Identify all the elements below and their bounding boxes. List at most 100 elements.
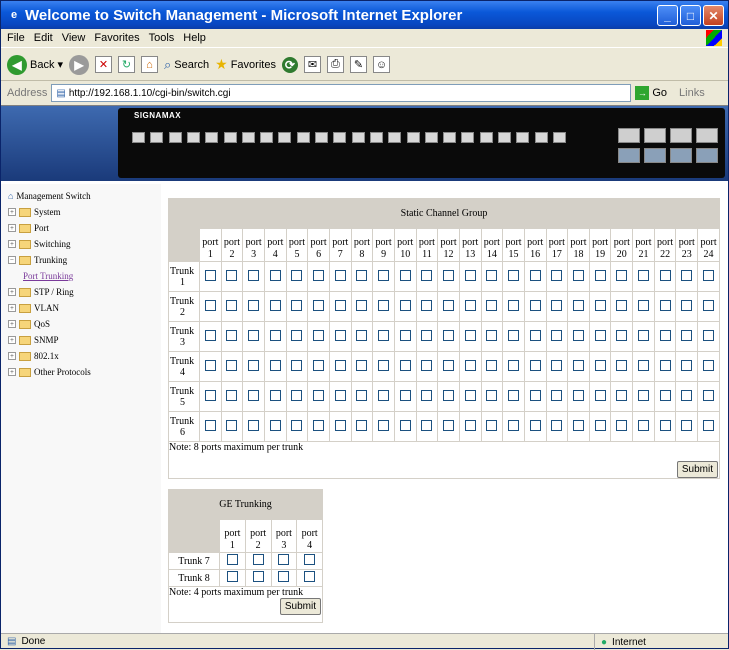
port-checkbox[interactable] [248, 299, 260, 311]
sidebar-item-snmp[interactable]: + SNMP [8, 334, 59, 346]
port-checkbox[interactable] [291, 299, 303, 311]
port-checkbox[interactable] [226, 359, 238, 371]
port-checkbox[interactable] [659, 299, 671, 311]
ge-port-checkbox[interactable] [278, 554, 290, 565]
port-checkbox[interactable] [572, 359, 584, 371]
port-checkbox[interactable] [594, 299, 606, 311]
port-checkbox[interactable] [616, 329, 628, 341]
port-checkbox[interactable] [356, 389, 368, 401]
port-checkbox[interactable] [486, 329, 498, 341]
port-checkbox[interactable] [659, 359, 671, 371]
port-checkbox[interactable] [637, 359, 649, 371]
port-checkbox[interactable] [356, 299, 368, 311]
sidebar-item-other-protocols[interactable]: + Other Protocols [8, 366, 91, 378]
port-checkbox[interactable] [594, 329, 606, 341]
port-checkbox[interactable] [226, 389, 238, 401]
port-checkbox[interactable] [421, 359, 433, 371]
port-checkbox[interactable] [594, 389, 606, 401]
port-checkbox[interactable] [334, 299, 346, 311]
port-checkbox[interactable] [204, 419, 216, 431]
ge-port-checkbox[interactable] [226, 554, 238, 565]
port-checkbox[interactable] [378, 419, 390, 431]
port-checkbox[interactable] [637, 389, 649, 401]
port-checkbox[interactable] [486, 269, 498, 281]
port-checkbox[interactable] [551, 359, 563, 371]
port-checkbox[interactable] [204, 299, 216, 311]
sidebar-item-vlan[interactable]: + VLAN [8, 302, 59, 314]
port-checkbox[interactable] [399, 419, 411, 431]
port-checkbox[interactable] [334, 359, 346, 371]
port-checkbox[interactable] [681, 299, 693, 311]
port-checkbox[interactable] [421, 269, 433, 281]
sidebar-item-system[interactable]: + System [8, 206, 61, 218]
port-checkbox[interactable] [681, 389, 693, 401]
port-checkbox[interactable] [659, 419, 671, 431]
port-checkbox[interactable] [248, 389, 260, 401]
port-checkbox[interactable] [529, 269, 541, 281]
menu-tools[interactable]: Tools [149, 32, 175, 44]
port-checkbox[interactable] [399, 329, 411, 341]
port-checkbox[interactable] [421, 299, 433, 311]
go-button[interactable]: → Go [635, 86, 667, 100]
port-checkbox[interactable] [378, 269, 390, 281]
port-checkbox[interactable] [204, 269, 216, 281]
port-checkbox[interactable] [421, 389, 433, 401]
port-checkbox[interactable] [421, 419, 433, 431]
port-checkbox[interactable] [443, 419, 455, 431]
port-checkbox[interactable] [572, 329, 584, 341]
stop-button[interactable]: ✕ [95, 56, 112, 73]
ge-submit-button[interactable]: Submit [279, 598, 321, 615]
port-checkbox[interactable] [594, 359, 606, 371]
port-checkbox[interactable] [703, 419, 715, 431]
port-checkbox[interactable] [291, 329, 303, 341]
port-checkbox[interactable] [508, 299, 520, 311]
ge-port-checkbox[interactable] [226, 571, 238, 582]
port-checkbox[interactable] [508, 419, 520, 431]
forward-button[interactable]: ▶ [69, 54, 89, 75]
port-checkbox[interactable] [313, 419, 325, 431]
minimize-button[interactable]: _ [657, 5, 678, 26]
favorites-button[interactable]: ★ Favorites [215, 56, 276, 73]
port-checkbox[interactable] [572, 389, 584, 401]
port-checkbox[interactable] [703, 299, 715, 311]
sidebar-item-stp-ring[interactable]: + STP / Ring [8, 286, 74, 298]
sidebar-item-port[interactable]: + Port [8, 222, 49, 234]
port-checkbox[interactable] [551, 299, 563, 311]
port-checkbox[interactable] [681, 419, 693, 431]
port-checkbox[interactable] [291, 419, 303, 431]
port-checkbox[interactable] [313, 359, 325, 371]
port-checkbox[interactable] [378, 359, 390, 371]
port-checkbox[interactable] [356, 359, 368, 371]
port-checkbox[interactable] [703, 359, 715, 371]
ge-port-checkbox[interactable] [252, 571, 264, 582]
port-checkbox[interactable] [508, 389, 520, 401]
submit-button[interactable]: Submit [676, 461, 718, 478]
port-checkbox[interactable] [313, 329, 325, 341]
port-checkbox[interactable] [269, 389, 281, 401]
port-checkbox[interactable] [378, 389, 390, 401]
port-checkbox[interactable] [399, 359, 411, 371]
refresh-button[interactable]: ↻ [118, 56, 135, 73]
port-checkbox[interactable] [464, 329, 476, 341]
port-checkbox[interactable] [464, 269, 476, 281]
port-checkbox[interactable] [681, 329, 693, 341]
port-checkbox[interactable] [226, 419, 238, 431]
port-checkbox[interactable] [378, 299, 390, 311]
port-checkbox[interactable] [529, 359, 541, 371]
search-button[interactable]: ⌕ Search [164, 57, 209, 73]
sidebar-item-trunking[interactable]: − Trunking [8, 254, 67, 266]
ge-port-checkbox[interactable] [278, 571, 290, 582]
port-checkbox[interactable] [508, 269, 520, 281]
port-checkbox[interactable] [616, 269, 628, 281]
menu-favorites[interactable]: Favorites [94, 32, 139, 44]
menu-view[interactable]: View [62, 32, 86, 44]
edit-button[interactable]: ✎ [349, 56, 367, 73]
port-checkbox[interactable] [508, 359, 520, 371]
port-checkbox[interactable] [572, 299, 584, 311]
port-checkbox[interactable] [334, 269, 346, 281]
port-checkbox[interactable] [551, 329, 563, 341]
port-checkbox[interactable] [486, 299, 498, 311]
port-checkbox[interactable] [356, 269, 368, 281]
port-checkbox[interactable] [399, 299, 411, 311]
sidebar-item-8021x[interactable]: +802.1x [8, 350, 59, 362]
